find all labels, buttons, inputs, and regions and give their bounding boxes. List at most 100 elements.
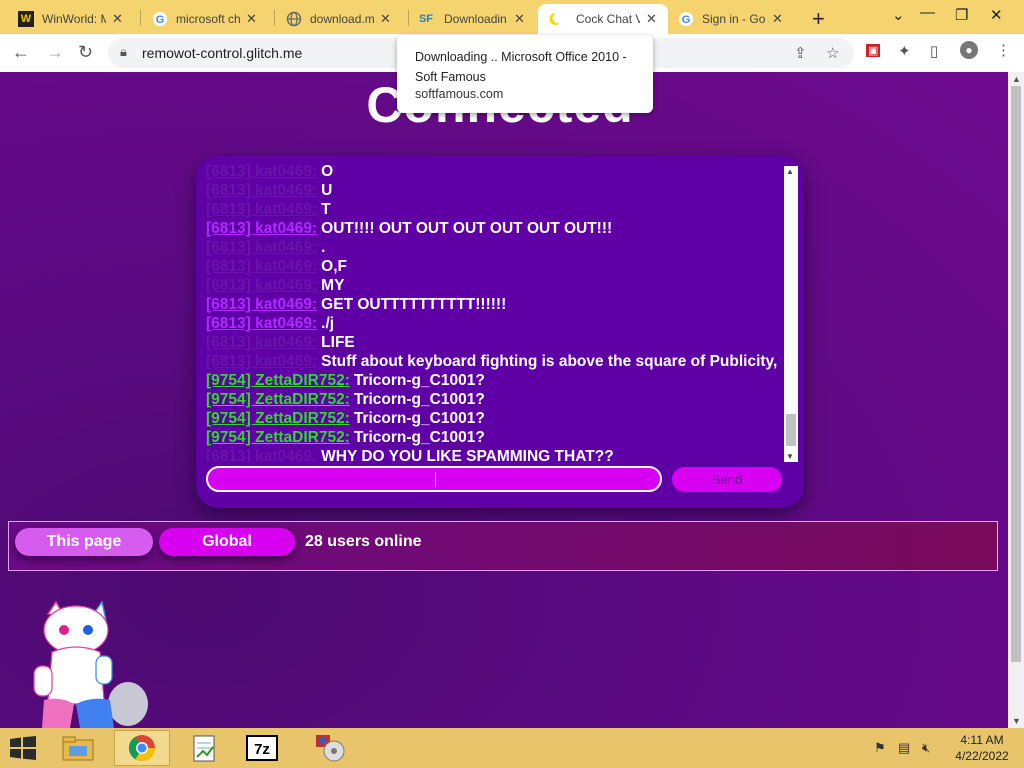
file-explorer-icon[interactable] <box>50 730 106 766</box>
system-clock[interactable]: 4:11 AM 4/22/2022 <box>950 732 1014 764</box>
message-username[interactable]: [6813] kat0469: <box>206 334 317 351</box>
lock-icon[interactable]: 🔒︎ <box>120 44 127 60</box>
chat-message: [6813] kat0469: O,F <box>206 257 780 276</box>
message-text: Tricorn-g_C1001? <box>353 372 485 389</box>
message-username[interactable]: [6813] kat0469: <box>206 277 317 294</box>
action-center-flag-icon[interactable]: ⚑ <box>874 740 886 756</box>
taskbar: 7z ⚑ ▤ 🔇︎ 4:11 AM 4/22/2022 <box>0 728 1024 768</box>
puzzle-icon[interactable]: ✦ <box>898 42 911 60</box>
new-tab-icon[interactable]: + <box>812 6 825 32</box>
message-username[interactable]: [6813] kat0469: <box>206 182 317 199</box>
window-close-icon[interactable]: ✕ <box>990 6 1003 24</box>
message-text: ./j <box>321 315 335 332</box>
message-text: Tricorn-g_C1001? <box>353 391 485 408</box>
windows-start-icon[interactable] <box>8 736 38 760</box>
tab-cock-chat[interactable]: Cock Chat V ✕ <box>538 4 668 34</box>
notepad-icon[interactable] <box>176 730 232 766</box>
chrome-icon[interactable] <box>114 730 170 766</box>
message-text: LIFE <box>321 334 355 351</box>
tab-softfamous[interactable]: SF Downloadin ✕ <box>408 4 538 34</box>
bookmark-star-icon[interactable]: ☆ <box>826 44 839 62</box>
message-input[interactable] <box>206 466 662 492</box>
this-page-button[interactable]: This page <box>15 528 153 556</box>
hover-card-domain: softfamous.com <box>415 87 504 101</box>
side-panel-icon[interactable]: ▯ <box>930 42 938 60</box>
tab-search-icon[interactable]: ⌄ <box>892 6 905 24</box>
chat-message: [6813] kat0469: MY <box>206 276 780 295</box>
chat-message: [9754] ZettaDIR752: Tricorn-g_C1001? <box>206 371 780 390</box>
scroll-thumb[interactable] <box>1011 86 1021 662</box>
forward-icon[interactable]: → <box>46 42 64 63</box>
close-icon[interactable]: ✕ <box>772 11 783 27</box>
message-username[interactable]: [6813] kat0469: <box>206 448 317 462</box>
message-username[interactable]: [6813] kat0469: <box>206 315 317 332</box>
close-icon[interactable]: ✕ <box>380 11 391 27</box>
google-icon: G <box>678 11 694 27</box>
message-username[interactable]: [6813] kat0469: <box>206 353 317 370</box>
tab-title: WinWorld: M <box>42 12 106 26</box>
close-icon[interactable]: ✕ <box>112 11 123 27</box>
close-icon[interactable]: ✕ <box>646 11 657 27</box>
svg-text:G: G <box>682 14 691 26</box>
restore-icon[interactable]: ❐ <box>955 6 968 24</box>
tab-download[interactable]: download.m ✕ <box>278 4 406 34</box>
profile-icon[interactable]: ● <box>960 41 978 59</box>
hover-card-title: Downloading .. Microsoft Office 2010 - S… <box>415 50 627 84</box>
share-icon[interactable]: ⇪ <box>794 44 807 62</box>
chat-message: [6813] kat0469:. <box>206 238 780 257</box>
close-icon[interactable]: ✕ <box>514 11 525 27</box>
chat-scrollbar[interactable]: ▲ ▼ <box>784 166 798 462</box>
message-text: T <box>321 201 331 218</box>
message-username[interactable]: [9754] ZettaDIR752: <box>206 410 350 427</box>
extension-icon[interactable]: ▣ <box>866 44 881 57</box>
tab-sign-in[interactable]: G Sign in - Go ✕ <box>670 4 798 34</box>
media-disc-icon[interactable] <box>302 730 358 766</box>
text-caret <box>435 472 436 487</box>
scroll-up-icon[interactable]: ▲ <box>786 167 794 176</box>
clock-time: 4:11 AM <box>960 733 1004 747</box>
scroll-down-icon[interactable]: ▼ <box>786 452 794 461</box>
message-username[interactable]: [6813] kat0469: <box>206 201 317 218</box>
scroll-up-icon[interactable]: ▲ <box>1012 74 1021 84</box>
message-username[interactable]: [6813] kat0469: <box>206 258 317 275</box>
scroll-down-icon[interactable]: ▼ <box>1012 716 1021 726</box>
chat-box: [6813] kat0469: O [6813] kat0469: U [6813] k… <box>196 156 804 508</box>
chat-message: [6813] kat0469: T <box>206 200 780 219</box>
network-icon[interactable]: ▤ <box>898 740 910 756</box>
softfamous-icon: SF <box>418 13 434 25</box>
tab-title: microsoft ch <box>176 12 240 26</box>
chat-message: [9754] ZettaDIR752: Tricorn-g_C1001? <box>206 390 780 409</box>
message-username[interactable]: [6813] kat0469: <box>206 296 317 313</box>
url-text[interactable]: remowot-control.glitch.me <box>142 45 302 61</box>
message-text: WHY DO YOU LIKE SPAMMING THAT?? <box>321 448 614 462</box>
tab-hover-card: Downloading .. Microsoft Office 2010 - S… <box>397 35 653 113</box>
7zip-icon[interactable]: 7z <box>234 730 290 766</box>
page-scrollbar[interactable]: ▲ ▼ <box>1008 72 1024 728</box>
message-username[interactable]: [6813] kat0469: <box>206 239 317 256</box>
reload-icon[interactable]: ↻ <box>78 42 93 63</box>
message-username[interactable]: [9754] ZettaDIR752: <box>206 391 350 408</box>
scope-bar: This page Global 28 users online <box>8 521 998 571</box>
chat-message: [6813] kat0469: GET OUTTTTTTTTTT!!!!!! <box>206 295 780 314</box>
tab-winworld[interactable]: W WinWorld: M ✕ <box>10 4 138 34</box>
message-username[interactable]: [6813] kat0469: <box>206 220 317 237</box>
chat-message: [6813] kat0469: U <box>206 181 780 200</box>
message-text: O <box>321 163 334 180</box>
message-username[interactable]: [9754] ZettaDIR752: <box>206 372 350 389</box>
chat-message: [6813] kat0469: ./j <box>206 314 780 333</box>
minimize-icon[interactable]: — <box>920 4 935 21</box>
tab-title: Cock Chat V <box>576 12 640 26</box>
message-text: U <box>321 182 333 199</box>
message-text: . <box>321 239 326 256</box>
message-username[interactable]: [9754] ZettaDIR752: <box>206 429 350 446</box>
scroll-thumb[interactable] <box>786 414 796 446</box>
send-button[interactable]: Send <box>672 467 782 492</box>
global-button[interactable]: Global <box>159 528 295 556</box>
close-icon[interactable]: ✕ <box>246 11 257 27</box>
menu-icon[interactable]: ⋮ <box>996 41 1011 59</box>
tab-google-search[interactable]: G microsoft ch ✕ <box>144 4 272 34</box>
back-icon[interactable]: ← <box>12 42 30 63</box>
message-text: GET OUTTTTTTTTTT!!!!!! <box>321 296 507 313</box>
volume-muted-icon[interactable]: 🔇︎ <box>922 740 930 756</box>
message-username[interactable]: [6813] kat0469: <box>206 163 317 180</box>
